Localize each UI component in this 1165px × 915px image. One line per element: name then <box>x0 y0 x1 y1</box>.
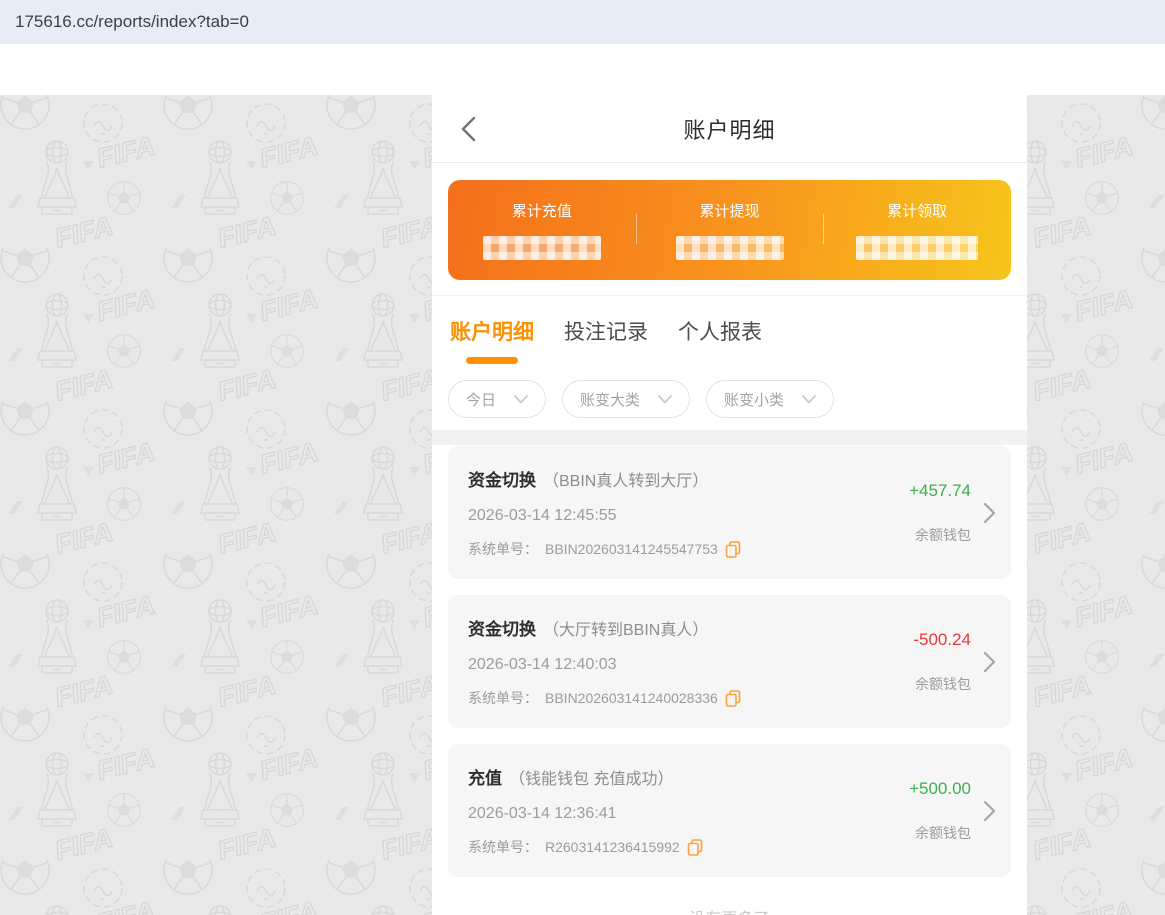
page-stage: FIFA <box>0 44 1165 915</box>
copy-icon[interactable] <box>725 690 741 707</box>
transaction-amount: -500.24 <box>913 630 971 650</box>
summary-total-withdrawal: 累计提现 <box>636 200 824 260</box>
summary-total-claimed: 累计领取 <box>823 200 1011 260</box>
app-panel: 账户明细 累计充值 累计提现 累计领取 账户 <box>432 95 1027 915</box>
section-divider-strip <box>432 430 1027 445</box>
transaction-list: 资金切换 （BBIN真人转到大厅） 2026-03-14 12:45:55 系统… <box>432 445 1027 915</box>
filter-label: 今日 <box>466 389 496 410</box>
summary-label: 累计提现 <box>700 200 760 221</box>
browser-url-bar[interactable]: 175616.cc/reports/index?tab=0 <box>0 0 1165 44</box>
wallet-label: 余额钱包 <box>915 823 971 843</box>
chevron-right-icon <box>983 502 996 524</box>
no-more-text: 没有更多了 <box>448 893 1011 915</box>
tab-personal-report[interactable]: 个人报表 <box>678 316 762 364</box>
copy-icon[interactable] <box>687 839 703 856</box>
tab-label: 账户明细 <box>450 316 534 346</box>
transaction-amount: +457.74 <box>909 481 971 501</box>
summary-section: 累计充值 累计提现 累计领取 <box>432 163 1027 296</box>
tab-bar: 账户明细 投注记录 个人报表 <box>432 296 1027 370</box>
chevron-down-icon <box>514 395 528 404</box>
chevron-down-icon <box>658 395 672 404</box>
order-number: BBIN202603141240028336 <box>545 690 718 706</box>
transaction-datetime: 2026-03-14 12:36:41 <box>468 805 909 823</box>
tab-label: 个人报表 <box>678 316 762 346</box>
url-text[interactable]: 175616.cc/reports/index?tab=0 <box>15 12 249 32</box>
order-number: R2603141236415992 <box>545 839 680 855</box>
order-number: BBIN202603141245547753 <box>545 541 718 557</box>
transaction-row[interactable]: 充值 （钱能钱包 充值成功） 2026-03-14 12:36:41 系统单号：… <box>448 744 1011 877</box>
chevron-left-icon <box>460 116 476 142</box>
page-title: 账户明细 <box>683 113 775 145</box>
transaction-row[interactable]: 资金切换 （大厅转到BBIN真人） 2026-03-14 12:40:03 系统… <box>448 595 1011 728</box>
redacted-value-mosaic <box>483 236 601 260</box>
order-label: 系统单号： <box>468 688 538 708</box>
active-tab-underline <box>466 357 518 364</box>
transaction-note: （BBIN真人转到大厅） <box>543 467 708 491</box>
chevron-right-icon <box>983 651 996 673</box>
redacted-value-mosaic <box>676 236 784 260</box>
tab-label: 投注记录 <box>564 316 648 346</box>
order-label: 系统单号： <box>468 539 538 559</box>
transaction-datetime: 2026-03-14 12:45:55 <box>468 507 909 525</box>
transaction-note: （大厅转到BBIN真人） <box>543 616 708 640</box>
filter-minor-category-dropdown[interactable]: 账变小类 <box>706 380 834 418</box>
filter-bar: 今日 账变大类 账变小类 <box>432 370 1027 430</box>
transaction-type: 资金切换 <box>468 615 536 640</box>
transaction-row[interactable]: 资金切换 （BBIN真人转到大厅） 2026-03-14 12:45:55 系统… <box>448 446 1011 579</box>
transaction-note: （钱能钱包 充值成功） <box>509 765 673 789</box>
redacted-value-mosaic <box>856 236 978 260</box>
filter-label: 账变小类 <box>724 389 784 410</box>
summary-total-deposit: 累计充值 <box>448 200 636 260</box>
chevron-right-icon <box>983 800 996 822</box>
wallet-label: 余额钱包 <box>915 525 971 545</box>
filter-major-category-dropdown[interactable]: 账变大类 <box>562 380 690 418</box>
chevron-down-icon <box>802 395 816 404</box>
transaction-type: 充值 <box>468 764 502 789</box>
transaction-amount: +500.00 <box>909 779 971 799</box>
filter-date-dropdown[interactable]: 今日 <box>448 380 546 418</box>
summary-label: 累计充值 <box>512 200 572 221</box>
tab-account-details[interactable]: 账户明细 <box>450 316 534 364</box>
copy-icon[interactable] <box>725 541 741 558</box>
app-header: 账户明细 <box>432 95 1027 163</box>
transaction-datetime: 2026-03-14 12:40:03 <box>468 656 913 674</box>
wallet-label: 余额钱包 <box>915 674 971 694</box>
transaction-type: 资金切换 <box>468 466 536 491</box>
summary-label: 累计领取 <box>887 200 947 221</box>
order-label: 系统单号： <box>468 837 538 857</box>
back-button[interactable] <box>460 116 478 142</box>
filter-label: 账变大类 <box>580 389 640 410</box>
summary-card: 累计充值 累计提现 累计领取 <box>448 180 1011 280</box>
tab-bet-records[interactable]: 投注记录 <box>564 316 648 364</box>
